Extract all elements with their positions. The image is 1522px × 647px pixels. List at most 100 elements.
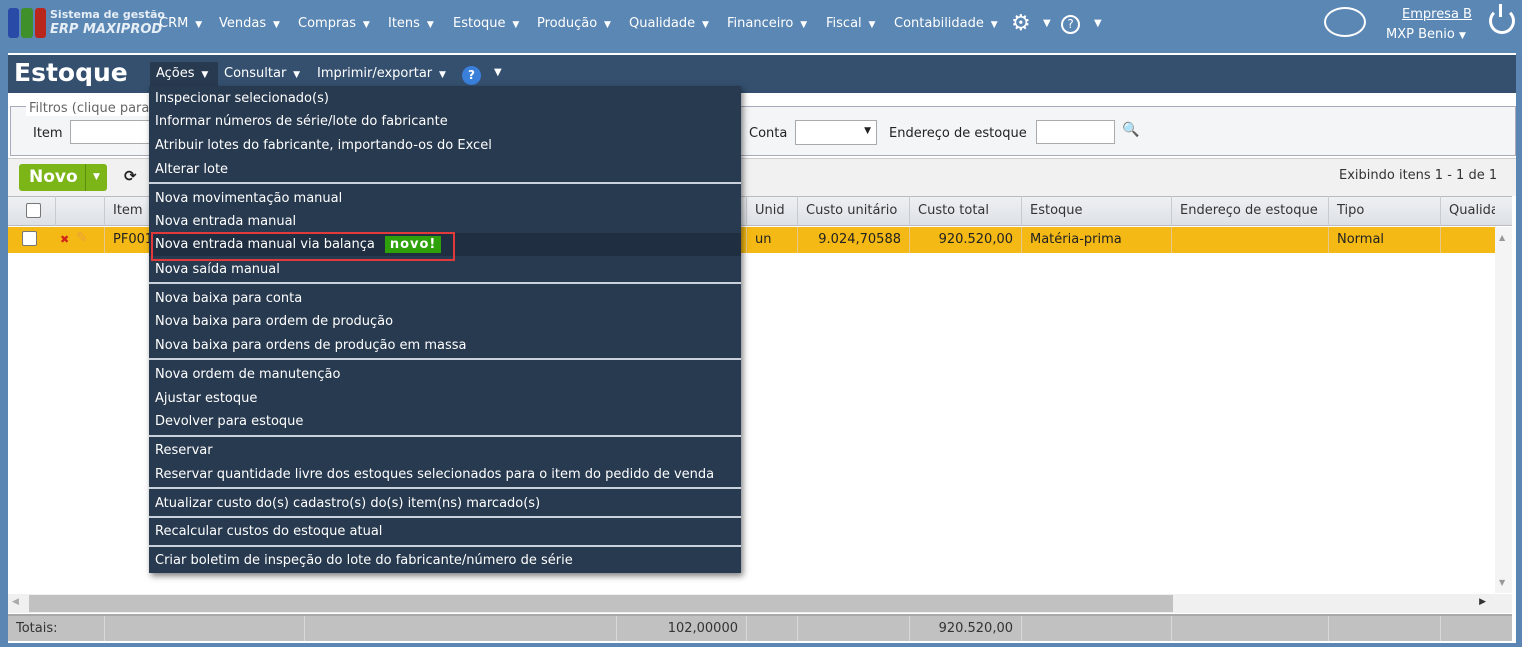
cell-custo-total: 920.520,00 (909, 227, 1021, 253)
totals-cell (797, 616, 909, 641)
page-title: Estoque (14, 58, 128, 87)
row-checkbox[interactable] (22, 231, 37, 246)
col-tipo[interactable]: Tipo (1328, 196, 1440, 226)
chevron-down-icon[interactable]: ▼ (85, 164, 107, 191)
item-filter-input[interactable] (70, 120, 160, 144)
menu-item-nova-entrada[interactable]: Nova entrada manual (149, 210, 741, 233)
menu-item-recalcular-custos[interactable]: Recalcular custos do estoque atual (149, 520, 741, 543)
menu-item-boletim-inspecao[interactable]: Criar boletim de inspeção do lote do fab… (149, 549, 741, 572)
menu-imprimir-exportar[interactable]: Imprimir/exportar (317, 66, 446, 81)
totals-cell (104, 616, 304, 641)
endereco-filter-input[interactable] (1036, 120, 1115, 144)
menu-item-atribuir-lotes[interactable]: Atribuir lotes do fabricante, importando… (149, 134, 741, 157)
nav-qualidade[interactable]: Qualidade (629, 16, 709, 31)
col-custo-unitario[interactable]: Custo unitário (797, 196, 909, 226)
cell-estoque: Matéria-prima (1021, 227, 1171, 253)
edit-pencil-icon[interactable]: ✎ (76, 230, 88, 246)
search-icon[interactable]: 🔍 (1122, 122, 1139, 138)
col-unid[interactable]: Unid (746, 196, 797, 226)
menu-divider (149, 358, 741, 360)
user-menu[interactable]: MXP Benio ▼ (1386, 27, 1466, 42)
menu-item-nova-saida[interactable]: Nova saída manual (149, 258, 741, 281)
help-icon[interactable]: ? (1061, 15, 1080, 34)
menu-item-inspecionar[interactable]: Inspecionar selecionado(s) (149, 87, 741, 110)
brand-subtitle: Sistema de gestão (50, 8, 165, 21)
totals-cell (1021, 616, 1171, 641)
menu-divider (149, 182, 741, 184)
col-actions (55, 196, 104, 226)
menu-item-devolver[interactable]: Devolver para estoque (149, 410, 741, 433)
endereco-filter-label: Endereço de estoque (889, 126, 1027, 141)
nav-crm[interactable]: CRM (159, 16, 202, 31)
cell-tipo: Normal (1328, 227, 1440, 253)
conta-select[interactable]: ▼ (795, 120, 877, 145)
col-custo-total[interactable]: Custo total (909, 196, 1021, 226)
item-filter-label: Item (33, 126, 63, 141)
cell-custo-unitario: 9.024,70588 (797, 227, 909, 253)
pagination-status: Exibindo itens 1 - 1 de 1 (1339, 168, 1498, 183)
highlight-box (151, 232, 455, 261)
totals-cell (1440, 616, 1512, 641)
nav-contabilidade[interactable]: Contabilidade (894, 16, 998, 31)
menu-item-reservar[interactable]: Reservar (149, 439, 741, 462)
select-all-checkbox[interactable] (26, 203, 41, 218)
totals-cell (1171, 616, 1328, 641)
help-icon[interactable]: ? (462, 66, 481, 85)
chevron-down-icon[interactable]: ▼ (494, 67, 502, 78)
refresh-icon[interactable]: ⟳ (124, 167, 137, 185)
chat-icon[interactable] (1324, 7, 1366, 37)
menu-item-alterar-lote[interactable]: Alterar lote (149, 158, 741, 181)
menu-divider (149, 282, 741, 284)
col-qualidade[interactable]: Qualida (1440, 196, 1495, 226)
user-name: MXP Benio (1386, 27, 1455, 42)
power-icon[interactable] (1489, 4, 1515, 34)
menu-divider (149, 487, 741, 489)
nav-vendas[interactable]: Vendas (219, 16, 280, 31)
menu-acoes[interactable]: Ações (150, 62, 218, 87)
menu-item-nova-movimentacao[interactable]: Nova movimentação manual (149, 187, 741, 210)
nav-estoque[interactable]: Estoque (453, 16, 519, 31)
menu-divider (149, 516, 741, 518)
nav-compras[interactable]: Compras (298, 16, 370, 31)
nav-producao[interactable]: Produção (537, 16, 611, 31)
company-link[interactable]: Empresa B (1402, 7, 1472, 22)
chevron-down-icon[interactable]: ▼ (1043, 18, 1051, 29)
horizontal-scrollbar[interactable]: ◀ ▶ (8, 594, 1512, 613)
col-estoque[interactable]: Estoque (1021, 196, 1171, 226)
novo-label: Novo (29, 167, 78, 187)
filters-legend[interactable]: Filtros (clique para (26, 101, 153, 116)
totals-label: Totais: (16, 621, 58, 636)
totals-custo-total: 920.520,00 (909, 616, 1021, 641)
menu-item-informar-series[interactable]: Informar números de série/lote do fabric… (149, 110, 741, 133)
gear-icon[interactable]: ⚙ (1011, 11, 1031, 36)
vertical-scrollbar[interactable]: ▲ ▼ (1495, 227, 1512, 593)
totals-cell (1328, 616, 1440, 641)
menu-item-baixa-ordem[interactable]: Nova baixa para ordem de produção (149, 310, 741, 333)
chevron-down-icon[interactable]: ▼ (1094, 18, 1102, 29)
nav-fiscal[interactable]: Fiscal (826, 16, 875, 31)
col-endereco[interactable]: Endereço de estoque (1171, 196, 1328, 226)
menu-item-baixa-massa[interactable]: Nova baixa para ordens de produção em ma… (149, 334, 741, 357)
menu-item-reservar-livre[interactable]: Reservar quantidade livre dos estoques s… (149, 463, 741, 486)
menu-acoes-label: Ações (156, 66, 195, 81)
scrollbar-thumb[interactable] (29, 595, 1173, 612)
logo (8, 8, 46, 38)
menu-item-ajustar-estoque[interactable]: Ajustar estoque (149, 387, 741, 410)
col-item[interactable]: Item (104, 196, 154, 226)
menu-divider (149, 545, 741, 547)
totals-cell (746, 616, 797, 641)
delete-icon[interactable]: ✖ (60, 233, 69, 246)
conta-filter-label: Conta (749, 126, 788, 141)
menu-consultar[interactable]: Consultar (224, 66, 300, 81)
totals-cell (304, 616, 616, 641)
brand-name: ERP MAXIPROD (50, 22, 163, 37)
menu-item-atualizar-custo[interactable]: Atualizar custo do(s) cadastro(s) do(s) … (149, 492, 741, 515)
cell-qualidade (1440, 227, 1495, 253)
menu-divider (149, 435, 741, 437)
menu-item-baixa-conta[interactable]: Nova baixa para conta (149, 287, 741, 310)
cell-unid: un (746, 227, 797, 253)
novo-button[interactable]: Novo ▼ (19, 164, 107, 191)
nav-itens[interactable]: Itens (388, 16, 434, 31)
nav-financeiro[interactable]: Financeiro (727, 16, 807, 31)
menu-item-ordem-manutencao[interactable]: Nova ordem de manutenção (149, 363, 741, 386)
